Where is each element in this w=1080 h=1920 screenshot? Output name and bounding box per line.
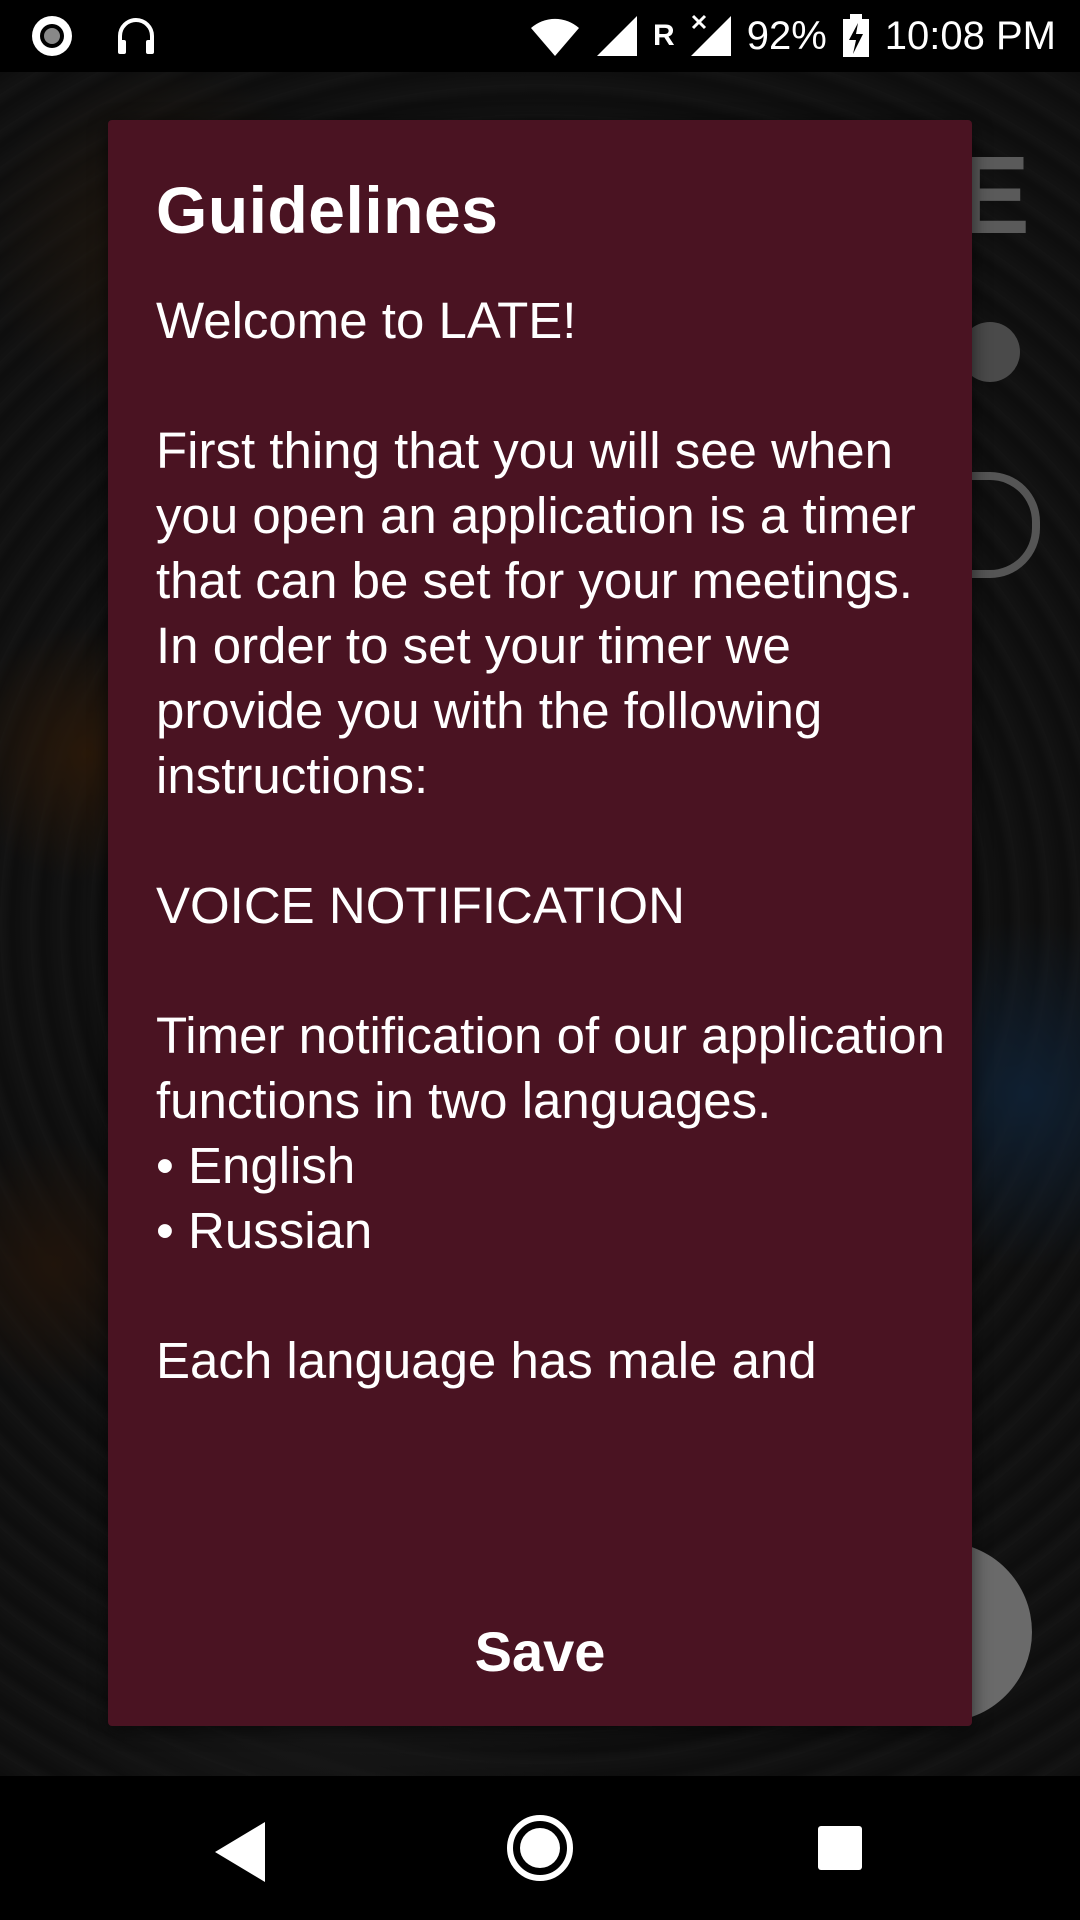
roaming-indicator: R [653,19,675,52]
dialog-footer: Save [108,1576,972,1726]
dialog-title: Guidelines [156,173,499,247]
language-item-russian: • Russian [156,1202,373,1259]
section-text: Timer notification of our application fu… [156,1007,946,1129]
battery-charging-icon [842,14,869,57]
no-signal-icon [690,14,731,56]
language-item-english: • English [156,1137,356,1194]
status-bar: R 92% 10:08 PM [0,0,1080,72]
dialog-scroll-content[interactable]: Welcome to LATE! First thing that you wi… [156,288,946,1613]
recents-icon[interactable] [818,1826,862,1870]
back-icon[interactable] [215,1822,265,1882]
record-icon [32,16,72,56]
intro-paragraph: First thing that you will see when you o… [156,422,916,609]
clock: 10:08 PM [884,13,1056,58]
instructions-paragraph: In order to set your timer we provide yo… [156,617,823,804]
section-heading: VOICE NOTIFICATION [156,877,685,934]
navigation-bar [0,1776,1080,1920]
headphones-icon [118,18,154,54]
save-button[interactable]: Save [435,1609,646,1694]
signal-icon [597,16,638,56]
guidelines-dialog: Guidelines Welcome to LATE! First thing … [108,120,972,1726]
welcome-text: Welcome to LATE! [156,292,577,349]
battery-percentage: 92% [746,13,827,58]
wifi-icon [531,18,580,56]
home-icon[interactable] [507,1815,573,1881]
partial-text: Each language has male and [156,1332,817,1389]
